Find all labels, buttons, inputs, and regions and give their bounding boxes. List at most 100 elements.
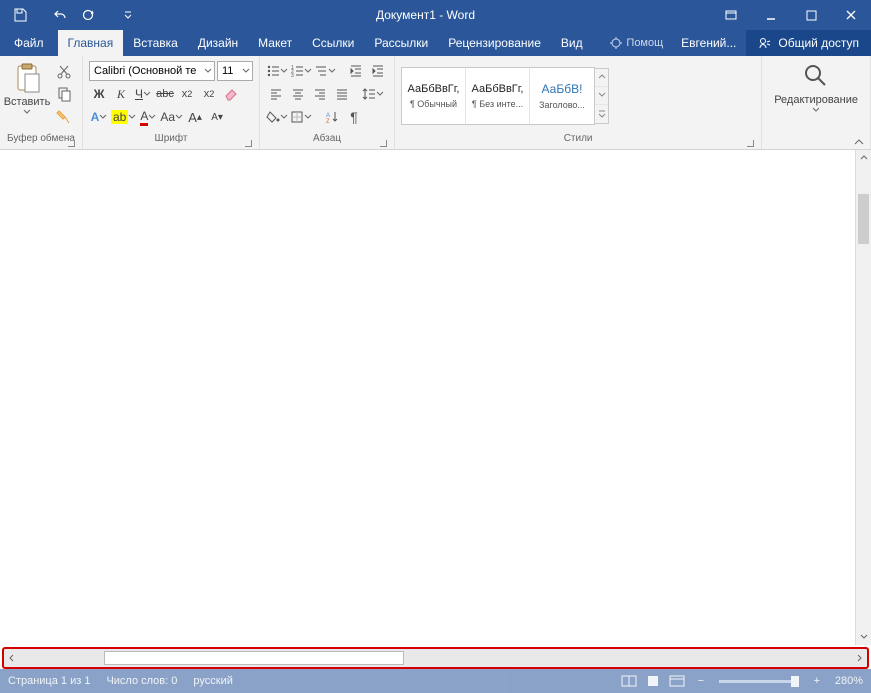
tab-design[interactable]: Дизайн: [188, 30, 248, 56]
vscroll-up-button[interactable]: [856, 150, 871, 166]
tab-home[interactable]: Главная: [58, 30, 124, 56]
ribbon: Вставить Буфер обмена Calibri (Основной …: [0, 56, 871, 150]
editing-dropdown[interactable]: Редактирование: [766, 58, 866, 118]
outdent-icon: [349, 64, 363, 78]
user-account[interactable]: Евгений...: [671, 30, 746, 56]
strikethrough-button[interactable]: abc: [155, 84, 175, 104]
style-heading1[interactable]: АаБбВ! Заголово...: [530, 68, 594, 124]
vscroll-down-button[interactable]: [856, 629, 871, 645]
svg-text:3: 3: [291, 73, 294, 78]
tab-file[interactable]: Файл: [0, 30, 58, 56]
highlight-button[interactable]: ab: [111, 107, 136, 127]
cut-button[interactable]: [54, 62, 74, 82]
shading-button[interactable]: [266, 107, 288, 127]
share-button[interactable]: Общий доступ: [746, 30, 871, 56]
increase-indent-button[interactable]: [368, 61, 388, 81]
zoom-slider[interactable]: [719, 680, 799, 683]
paste-button[interactable]: Вставить: [4, 58, 50, 116]
group-font: Calibri (Основной те 11 Ж К Ч abc x2 x2 …: [83, 56, 260, 149]
sort-icon: AZ: [325, 110, 339, 124]
vscroll-thumb[interactable]: [858, 194, 869, 244]
text-effects-button[interactable]: A: [89, 107, 109, 127]
zoom-out-button[interactable]: −: [689, 671, 713, 691]
multilevel-list-button[interactable]: [314, 61, 336, 81]
hscroll-right-button[interactable]: [851, 649, 867, 667]
align-left-button[interactable]: [266, 84, 286, 104]
chevron-down-icon: [23, 108, 31, 116]
status-language[interactable]: русский: [193, 675, 232, 687]
title-bar: Документ1 - Word: [0, 0, 871, 30]
tab-mailings[interactable]: Рассылки: [364, 30, 438, 56]
decrease-indent-button[interactable]: [346, 61, 366, 81]
change-case-button[interactable]: Aa: [160, 107, 183, 127]
gallery-more-button[interactable]: [595, 105, 608, 122]
underline-button[interactable]: Ч: [133, 84, 153, 104]
align-right-button[interactable]: [310, 84, 330, 104]
group-paragraph-label: Абзац: [264, 133, 390, 149]
bullets-button[interactable]: [266, 61, 288, 81]
copy-button[interactable]: [54, 84, 74, 104]
superscript-button[interactable]: x2: [199, 84, 219, 104]
close-icon[interactable]: [831, 0, 871, 30]
style-normal[interactable]: АаБбВвГг, ¶ Обычный: [402, 68, 466, 124]
view-web-layout[interactable]: [665, 671, 689, 691]
tab-review[interactable]: Рецензирование: [438, 30, 551, 56]
style-gallery: АаБбВвГг, ¶ Обычный АаБбВвГг, ¶ Без инте…: [401, 67, 595, 125]
line-spacing-button[interactable]: [362, 84, 384, 104]
view-read-mode[interactable]: [617, 671, 641, 691]
zoom-slider-handle[interactable]: [791, 676, 799, 687]
format-painter-button[interactable]: [54, 106, 74, 126]
style-no-spacing[interactable]: АаБбВвГг, ¶ Без инте...: [466, 68, 530, 124]
tab-layout[interactable]: Макет: [248, 30, 302, 56]
numbering-button[interactable]: 123: [290, 61, 312, 81]
align-center-button[interactable]: [288, 84, 308, 104]
font-dialog-launcher[interactable]: [243, 138, 253, 148]
sort-button[interactable]: AZ: [322, 107, 342, 127]
pilcrow-icon: ¶: [350, 109, 358, 125]
window-title: Документ1 - Word: [140, 8, 711, 22]
clear-formatting-button[interactable]: [221, 84, 241, 104]
hscroll-track[interactable]: [20, 651, 851, 665]
justify-button[interactable]: [332, 84, 352, 104]
tab-references[interactable]: Ссылки: [302, 30, 364, 56]
zoom-in-button[interactable]: +: [805, 671, 829, 691]
redo-icon[interactable]: [76, 3, 100, 27]
zoom-value[interactable]: 280%: [835, 675, 863, 687]
ribbon-display-icon[interactable]: [711, 0, 751, 30]
show-marks-button[interactable]: ¶: [344, 107, 364, 127]
qat-customize-icon[interactable]: [116, 3, 140, 27]
clipboard-icon: [11, 62, 43, 94]
subscript-button[interactable]: x2: [177, 84, 197, 104]
gallery-down-button[interactable]: [595, 87, 608, 105]
styles-dialog-launcher[interactable]: [745, 138, 755, 148]
tell-me[interactable]: Помощ: [602, 30, 671, 56]
bold-button[interactable]: Ж: [89, 84, 109, 104]
paragraph-dialog-launcher[interactable]: [378, 138, 388, 148]
clipboard-dialog-launcher[interactable]: [66, 138, 76, 148]
save-icon[interactable]: [8, 3, 32, 27]
grow-font-button[interactable]: A▴: [185, 107, 205, 127]
line-spacing-icon: [362, 87, 376, 101]
minimize-icon[interactable]: [751, 0, 791, 30]
tab-insert[interactable]: Вставка: [123, 30, 188, 56]
hscroll-thumb[interactable]: [104, 651, 404, 665]
hscroll-left-button[interactable]: [4, 649, 20, 667]
document-canvas[interactable]: [0, 150, 855, 645]
borders-button[interactable]: [290, 107, 312, 127]
font-color-button[interactable]: A: [138, 107, 158, 127]
quick-access-toolbar: [0, 3, 140, 27]
maximize-icon[interactable]: [791, 0, 831, 30]
tab-view[interactable]: Вид: [551, 30, 593, 56]
gallery-up-button[interactable]: [595, 69, 608, 87]
collapse-ribbon-button[interactable]: [851, 134, 867, 150]
status-page[interactable]: Страница 1 из 1: [8, 675, 90, 687]
font-size-combo[interactable]: 11: [217, 61, 253, 81]
status-word-count[interactable]: Число слов: 0: [106, 675, 177, 687]
shrink-font-button[interactable]: A▾: [207, 107, 227, 127]
font-name-combo[interactable]: Calibri (Основной те: [89, 61, 215, 81]
group-styles: АаБбВвГг, ¶ Обычный АаБбВвГг, ¶ Без инте…: [395, 56, 762, 149]
undo-icon[interactable]: [48, 3, 72, 27]
status-bar: Страница 1 из 1 Число слов: 0 русский − …: [0, 669, 871, 693]
view-print-layout[interactable]: [641, 671, 665, 691]
italic-button[interactable]: К: [111, 84, 131, 104]
